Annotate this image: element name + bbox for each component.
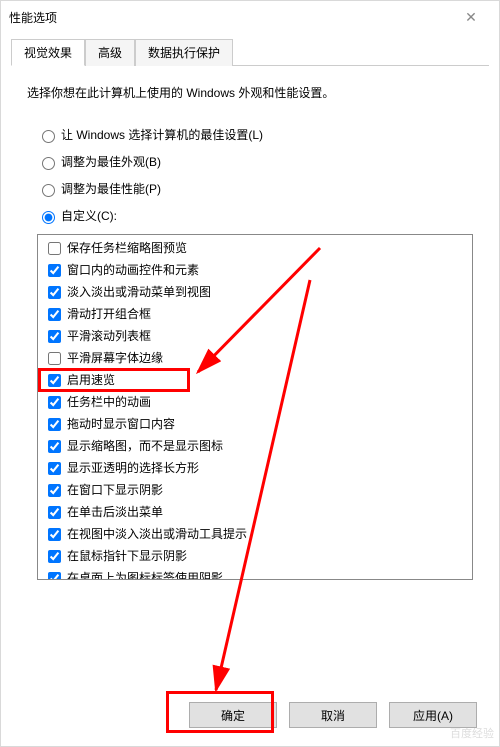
check-item-label: 平滑屏幕字体边缘 <box>67 350 163 367</box>
check-item[interactable]: 在鼠标指针下显示阴影 <box>44 547 466 566</box>
checkbox-input[interactable] <box>48 396 61 409</box>
tab-advanced[interactable]: 高级 <box>85 39 135 66</box>
checkbox-input[interactable] <box>48 264 61 277</box>
check-item-label: 滑动打开组合框 <box>67 306 151 323</box>
check-item[interactable]: 任务栏中的动画 <box>44 393 466 412</box>
performance-options-window: 性能选项 ✕ 视觉效果 高级 数据执行保护 选择你想在此计算机上使用的 Wind… <box>0 0 500 747</box>
checkbox-input[interactable] <box>48 462 61 475</box>
radio-label: 调整为最佳性能(P) <box>61 180 161 197</box>
check-item[interactable]: 滑动打开组合框 <box>44 305 466 324</box>
window-title: 性能选项 <box>9 9 57 26</box>
checkbox-input[interactable] <box>48 440 61 453</box>
checkbox-input[interactable] <box>48 352 61 365</box>
check-item-label: 平滑滚动列表框 <box>67 328 151 345</box>
tab-dep[interactable]: 数据执行保护 <box>135 39 233 66</box>
checkbox-input[interactable] <box>48 572 61 580</box>
radio-input[interactable] <box>42 130 55 143</box>
titlebar: 性能选项 ✕ <box>1 1 499 33</box>
radio-best-performance[interactable]: 调整为最佳性能(P) <box>37 180 473 197</box>
check-item[interactable]: 显示亚透明的选择长方形 <box>44 459 466 478</box>
check-item-label: 在单击后淡出菜单 <box>67 504 163 521</box>
checkbox-input[interactable] <box>48 528 61 541</box>
check-item-label: 在窗口下显示阴影 <box>67 482 163 499</box>
radio-input[interactable] <box>42 157 55 170</box>
check-item-label: 任务栏中的动画 <box>67 394 151 411</box>
checkbox-input[interactable] <box>48 506 61 519</box>
check-item[interactable]: 平滑屏幕字体边缘 <box>44 349 466 368</box>
radio-custom[interactable]: 自定义(C): <box>37 207 473 224</box>
check-item-label: 显示亚透明的选择长方形 <box>67 460 199 477</box>
check-item[interactable]: 启用速览 <box>44 371 466 390</box>
checkbox-input[interactable] <box>48 550 61 563</box>
check-item-label: 在桌面上为图标标签使用阴影 <box>67 570 223 580</box>
cancel-button[interactable]: 取消 <box>289 702 377 728</box>
check-item[interactable]: 在视图中淡入淡出或滑动工具提示 <box>44 525 466 544</box>
watermark: 百度经验 <box>450 725 494 741</box>
check-item[interactable]: 平滑滚动列表框 <box>44 327 466 346</box>
check-item-label: 显示缩略图，而不是显示图标 <box>67 438 223 455</box>
check-item[interactable]: 在单击后淡出菜单 <box>44 503 466 522</box>
radio-input[interactable] <box>42 184 55 197</box>
checkbox-input[interactable] <box>48 286 61 299</box>
check-item-label: 在视图中淡入淡出或滑动工具提示 <box>67 526 247 543</box>
radio-let-windows-choose[interactable]: 让 Windows 选择计算机的最佳设置(L) <box>37 126 473 143</box>
check-item-label: 淡入淡出或滑动菜单到视图 <box>67 284 211 301</box>
radio-label: 调整为最佳外观(B) <box>61 153 161 170</box>
check-item[interactable]: 在窗口下显示阴影 <box>44 481 466 500</box>
radio-best-appearance[interactable]: 调整为最佳外观(B) <box>37 153 473 170</box>
check-item[interactable]: 拖动时显示窗口内容 <box>44 415 466 434</box>
check-item-label: 启用速览 <box>67 372 115 389</box>
checkbox-input[interactable] <box>48 374 61 387</box>
check-item[interactable]: 在桌面上为图标标签使用阴影 <box>44 569 466 580</box>
check-item-label: 保存任务栏缩略图预览 <box>67 240 187 257</box>
check-item[interactable]: 淡入淡出或滑动菜单到视图 <box>44 283 466 302</box>
button-row: 确定 取消 应用(A) <box>189 702 477 728</box>
checkbox-input[interactable] <box>48 242 61 255</box>
radio-input[interactable] <box>42 211 55 224</box>
check-item[interactable]: 保存任务栏缩略图预览 <box>44 239 466 258</box>
radio-group: 让 Windows 选择计算机的最佳设置(L) 调整为最佳外观(B) 调整为最佳… <box>37 126 473 580</box>
listbox-inner: 保存任务栏缩略图预览窗口内的动画控件和元素淡入淡出或滑动菜单到视图滑动打开组合框… <box>38 235 472 580</box>
radio-label: 自定义(C): <box>61 207 117 224</box>
checkbox-input[interactable] <box>48 330 61 343</box>
instruction-text: 选择你想在此计算机上使用的 Windows 外观和性能设置。 <box>27 84 473 102</box>
check-item-label: 拖动时显示窗口内容 <box>67 416 175 433</box>
close-icon[interactable]: ✕ <box>451 3 491 31</box>
check-item-label: 在鼠标指针下显示阴影 <box>67 548 187 565</box>
checkbox-input[interactable] <box>48 418 61 431</box>
ok-button[interactable]: 确定 <box>189 702 277 728</box>
checkbox-input[interactable] <box>48 484 61 497</box>
tab-strip: 视觉效果 高级 数据执行保护 <box>11 39 489 66</box>
check-item[interactable]: 窗口内的动画控件和元素 <box>44 261 466 280</box>
check-item-label: 窗口内的动画控件和元素 <box>67 262 199 279</box>
visual-effects-listbox[interactable]: 保存任务栏缩略图预览窗口内的动画控件和元素淡入淡出或滑动菜单到视图滑动打开组合框… <box>37 234 473 580</box>
radio-label: 让 Windows 选择计算机的最佳设置(L) <box>61 126 263 143</box>
check-item[interactable]: 显示缩略图，而不是显示图标 <box>44 437 466 456</box>
checkbox-input[interactable] <box>48 308 61 321</box>
tab-content: 选择你想在此计算机上使用的 Windows 外观和性能设置。 让 Windows… <box>1 66 499 590</box>
tab-visual-effects[interactable]: 视觉效果 <box>11 39 85 66</box>
